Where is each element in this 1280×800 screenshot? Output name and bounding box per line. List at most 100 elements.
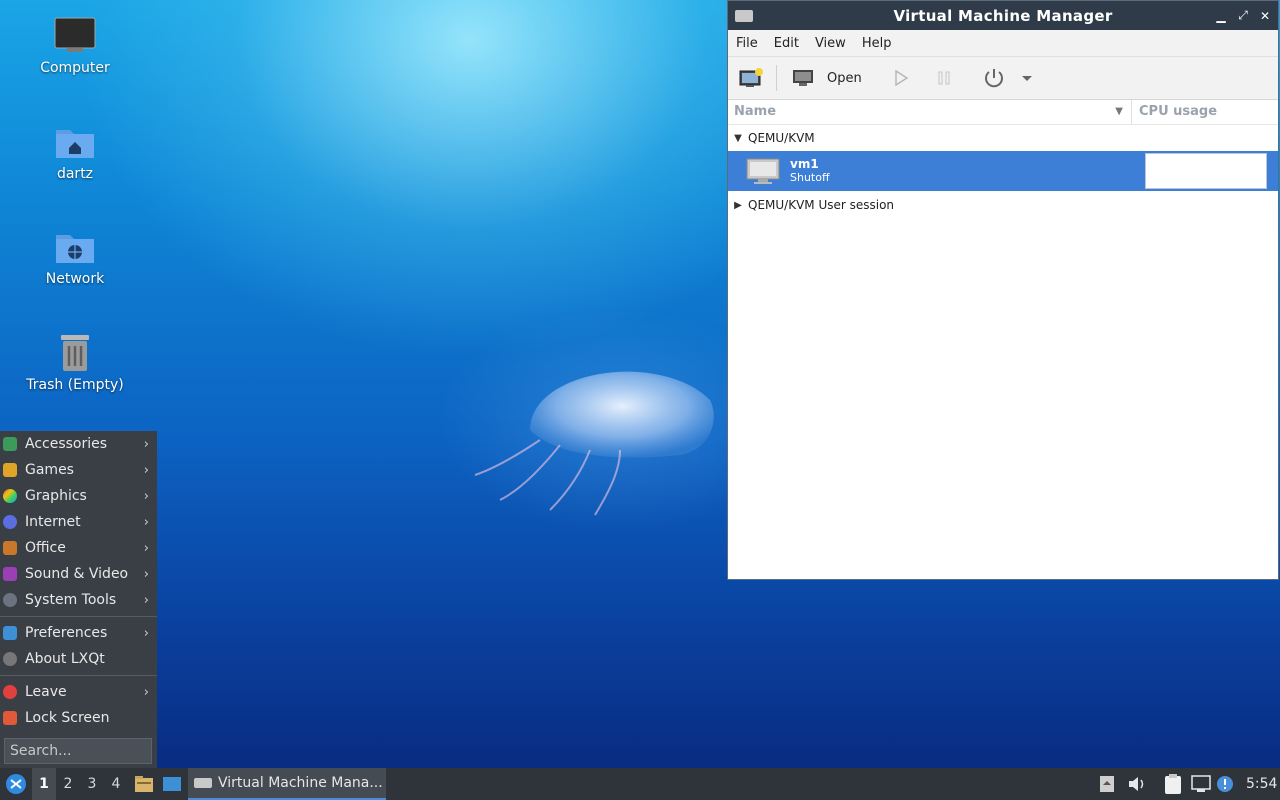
file-manager-icon (135, 776, 153, 792)
vmm-titlebar[interactable]: Virtual Machine Manager ▁ ⤢ ✕ (728, 1, 1278, 30)
shutdown-menu-button[interactable] (1020, 73, 1034, 83)
chevron-right-icon: › (143, 514, 149, 530)
taskbar: 1 2 3 4 Virtual Machine Mana... 5:54 (0, 768, 1280, 800)
column-headers: Name ▼ CPU usage (728, 100, 1278, 125)
power-icon (3, 685, 17, 699)
minimize-icon[interactable]: ▁ (1214, 9, 1228, 23)
new-vm-icon (739, 68, 763, 87)
cpu-usage-graph (1145, 153, 1267, 189)
wallpaper-jellyfish (474, 371, 714, 516)
games-icon (3, 463, 17, 477)
menu-item-lock-screen[interactable]: Lock Screen (0, 705, 157, 731)
toolbar-separator (776, 65, 777, 91)
task-button-label: Virtual Machine Mana... (218, 775, 383, 791)
tray-show-hidden[interactable] (1098, 768, 1116, 800)
chevron-right-icon: › (143, 488, 149, 504)
desktop-icon-home[interactable]: dartz (10, 122, 140, 182)
sound-video-icon (3, 567, 17, 581)
home-folder-icon (56, 130, 94, 158)
vm-state: Shutoff (790, 171, 830, 184)
maximize-icon[interactable]: ⤢ (1236, 8, 1250, 23)
desktop-icon (163, 777, 181, 791)
connection-row-user-session[interactable]: ▶ QEMU/KVM User session (728, 191, 1278, 219)
vm-name: vm1 (790, 157, 819, 171)
column-header-name[interactable]: Name ▼ (728, 100, 1132, 124)
menu-file[interactable]: File (728, 36, 766, 51)
chevron-right-icon: › (143, 436, 149, 452)
clipboard-icon (1165, 774, 1181, 794)
menu-item-about-lxqt[interactable]: About LXQt (0, 646, 157, 672)
tray-volume[interactable] (1127, 768, 1147, 800)
vmm-window: Virtual Machine Manager ▁ ⤢ ✕ File Edit … (727, 0, 1279, 580)
desktop-icon-trash[interactable]: Trash (Empty) (10, 331, 140, 393)
task-button-vmm[interactable]: Virtual Machine Mana... (188, 768, 386, 800)
desktop-icon-computer[interactable]: Computer (10, 16, 140, 76)
chevron-right-icon: › (143, 462, 149, 478)
close-icon[interactable]: ✕ (1258, 9, 1272, 23)
menu-search-input[interactable]: Search... (4, 738, 152, 764)
menu-item-office[interactable]: Office › (0, 535, 157, 561)
collapsed-arrow-icon[interactable]: ▶ (728, 200, 748, 211)
monitor-icon (793, 70, 813, 86)
tray-network[interactable] (1190, 768, 1212, 800)
menu-item-system-tools[interactable]: System Tools › (0, 587, 157, 613)
chevron-right-icon: › (143, 625, 149, 641)
menu-item-internet[interactable]: Internet › (0, 509, 157, 535)
play-icon (895, 69, 909, 87)
column-header-cpu[interactable]: CPU usage (1132, 100, 1217, 124)
menu-view[interactable]: View (807, 36, 854, 51)
chevron-right-icon: › (143, 566, 149, 582)
power-icon (984, 69, 1003, 88)
desktop-icon-network[interactable]: Network (10, 227, 140, 287)
expanded-arrow-icon[interactable]: ▼ (728, 133, 748, 144)
menubar: File Edit View Help (728, 30, 1278, 56)
trash-icon (61, 335, 89, 371)
shutdown-button[interactable] (982, 66, 1006, 90)
menu-help[interactable]: Help (854, 36, 900, 51)
connection-row-qemu-kvm[interactable]: ▼ QEMU/KVM (728, 125, 1278, 151)
toolbar: Open (728, 56, 1278, 100)
lxqt-logo-icon (6, 774, 26, 794)
new-vm-button[interactable] (738, 67, 764, 89)
pause-icon (938, 71, 950, 85)
menu-item-leave[interactable]: Leave › (0, 679, 157, 705)
virt-manager-app-icon (194, 778, 212, 788)
start-menu: Accessories › Games › Graphics › Interne… (0, 431, 157, 768)
quicklaunch-show-desktop[interactable] (162, 768, 182, 800)
window-title: Virtual Machine Manager (893, 6, 1113, 25)
quicklaunch-file-manager[interactable] (134, 768, 154, 800)
workspace-4[interactable]: 4 (104, 768, 128, 800)
open-button[interactable]: Open (791, 68, 862, 88)
menu-item-graphics[interactable]: Graphics › (0, 483, 157, 509)
network-folder-icon (56, 235, 94, 263)
menu-divider (0, 675, 157, 676)
chevron-right-icon: › (143, 592, 149, 608)
start-menu-button[interactable] (4, 768, 28, 800)
pause-button[interactable] (936, 69, 952, 87)
menu-item-games[interactable]: Games › (0, 457, 157, 483)
tray-clipboard[interactable] (1163, 768, 1183, 800)
desktop-icon-label: Trash (Empty) (26, 377, 124, 393)
run-button[interactable] (892, 69, 910, 87)
tray-notifications[interactable] (1215, 768, 1235, 800)
workspace-3[interactable]: 3 (80, 768, 104, 800)
system-tools-icon (3, 593, 17, 607)
menu-item-sound-video[interactable]: Sound & Video › (0, 561, 157, 587)
workspace-switcher: 1 2 3 4 (32, 768, 128, 800)
internet-icon (3, 515, 17, 529)
workspace-2[interactable]: 2 (56, 768, 80, 800)
menu-edit[interactable]: Edit (766, 36, 807, 51)
vm-row-vm1[interactable]: vm1 Shutoff (728, 151, 1278, 191)
info-icon (3, 652, 17, 666)
connection-label: QEMU/KVM User session (748, 198, 895, 212)
menu-item-accessories[interactable]: Accessories › (0, 431, 157, 457)
vm-monitor-icon (746, 158, 780, 184)
clock[interactable]: 5:54 (1246, 768, 1277, 800)
workspace-1[interactable]: 1 (32, 768, 56, 800)
chevron-right-icon: › (143, 684, 149, 700)
accessories-icon (3, 437, 17, 451)
network-icon (1191, 775, 1211, 792)
connection-label: QEMU/KVM (748, 131, 815, 145)
menu-item-preferences[interactable]: Preferences › (0, 620, 157, 646)
desktop-icon-label: dartz (56, 166, 94, 182)
